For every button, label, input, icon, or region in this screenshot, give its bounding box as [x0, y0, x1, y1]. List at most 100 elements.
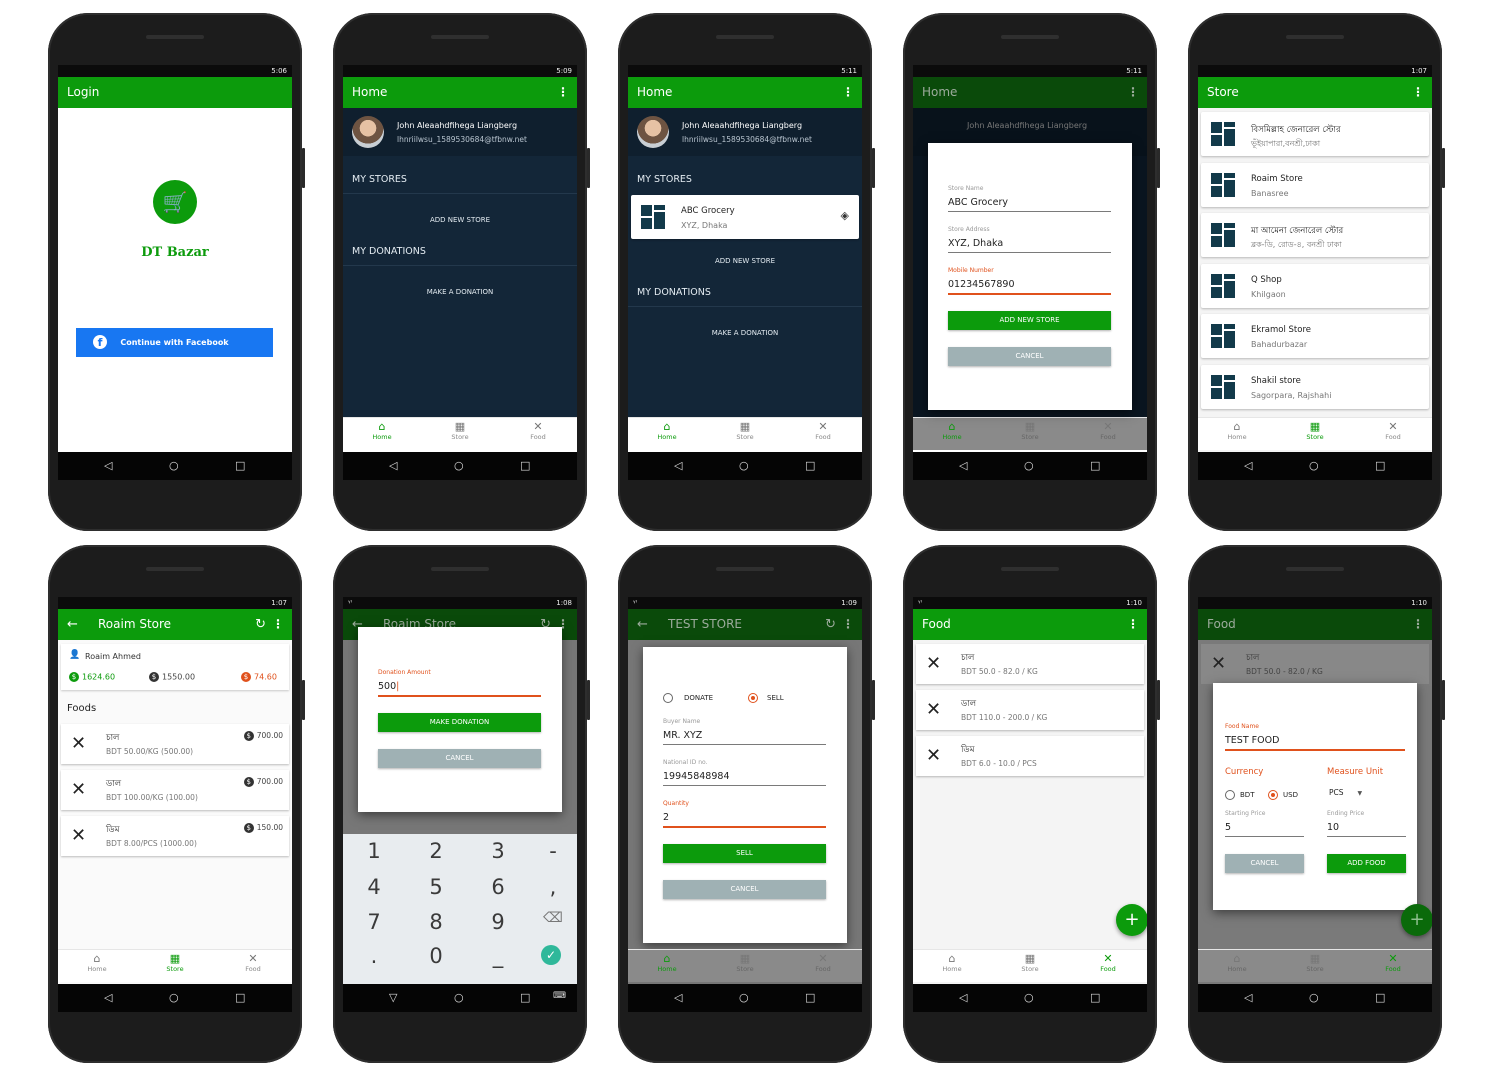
recents-nav-icon[interactable]: □	[805, 991, 815, 1004]
food-list-item[interactable]: ✕ ডিম BDT 6.0 - 10.0 / PCS	[916, 736, 1144, 776]
overflow-menu-icon[interactable]: ⋮	[842, 77, 854, 108]
key-3[interactable]: 3	[478, 839, 518, 863]
recents-nav-icon[interactable]: □	[1090, 459, 1100, 472]
bottom-nav-store[interactable]: ▦ Store	[136, 953, 214, 974]
food-list-item[interactable]: ✕ চাল BDT 50.0 - 82.0 / KG	[916, 644, 1144, 684]
back-arrow-icon[interactable]: ←	[637, 609, 648, 640]
back-nav-icon[interactable]: ◁	[104, 991, 112, 1004]
store-name-field[interactable]: ABC Grocery	[948, 197, 1008, 208]
bottom-nav-home[interactable]: ⌂ Home	[628, 421, 706, 442]
key-5[interactable]: 5	[416, 875, 456, 899]
key-minus[interactable]: -	[533, 839, 573, 863]
store-list-item[interactable]: মা আমেনা জেনারেল স্টোর ব্লক-ডি, রোড-৪, বন…	[1201, 213, 1429, 257]
food-name-field[interactable]: TEST FOOD	[1225, 735, 1279, 746]
key-7[interactable]: 7	[354, 910, 394, 934]
home-nav-icon[interactable]: ○	[1024, 991, 1034, 1004]
back-nav-icon[interactable]: ◁	[959, 991, 967, 1004]
overflow-menu-icon[interactable]: ⋮	[1412, 609, 1424, 640]
cancel-button[interactable]: CANCEL	[378, 749, 541, 768]
bottom-nav-home[interactable]: ⌂ Home	[343, 421, 421, 442]
bottom-nav-food[interactable]: ✕ Food	[1069, 421, 1147, 442]
bottom-nav-store[interactable]: ▦ Store	[1276, 953, 1354, 974]
recents-nav-icon[interactable]: □	[520, 991, 530, 1004]
overflow-menu-icon[interactable]: ⋮	[1412, 77, 1424, 108]
add-food-fab[interactable]: +	[1116, 904, 1147, 936]
home-nav-icon[interactable]: ○	[169, 459, 179, 472]
add-food-button[interactable]: ADD FOOD	[1327, 854, 1406, 873]
bottom-nav-store[interactable]: ▦ Store	[706, 953, 784, 974]
bottom-nav-store[interactable]: ▦ Store	[991, 953, 1069, 974]
food-list-item[interactable]: ✕ চাল BDT 50.00/KG (500.00) $700.00	[61, 724, 289, 764]
measure-unit-select[interactable]: PCS ▼	[1329, 788, 1362, 797]
cancel-button[interactable]: CANCEL	[948, 347, 1111, 366]
bottom-nav-food[interactable]: ✕ Food	[499, 421, 577, 442]
home-nav-icon[interactable]: ○	[1309, 991, 1319, 1004]
key-2[interactable]: 2	[416, 839, 456, 863]
home-nav-icon[interactable]: ○	[454, 991, 464, 1004]
starting-price-field[interactable]: 5	[1225, 822, 1231, 833]
back-arrow-icon[interactable]: ←	[67, 609, 78, 640]
bottom-nav-store[interactable]: ▦ Store	[421, 421, 499, 442]
home-nav-icon[interactable]: ○	[739, 459, 749, 472]
key-8[interactable]: 8	[416, 910, 456, 934]
store-address-field[interactable]: XYZ, Dhaka	[948, 238, 1003, 249]
back-nav-icon[interactable]: ◁	[104, 459, 112, 472]
home-nav-icon[interactable]: ○	[454, 459, 464, 472]
make-donation-button[interactable]: MAKE DONATION	[378, 713, 541, 732]
keyboard-switch-icon[interactable]: ⌨	[553, 991, 566, 1001]
back-nav-icon[interactable]: ◁	[389, 459, 397, 472]
bottom-nav-food[interactable]: ✕ Food	[1069, 953, 1147, 974]
key-underscore[interactable]: _	[478, 944, 518, 968]
overflow-menu-icon[interactable]: ⋮	[272, 609, 284, 640]
add-food-fab[interactable]: +	[1401, 904, 1432, 936]
back-nav-icon[interactable]: ◁	[674, 991, 682, 1004]
cancel-button[interactable]: CANCEL	[663, 880, 826, 899]
bottom-nav-home[interactable]: ⌂ Home	[913, 953, 991, 974]
quantity-field[interactable]: 2	[663, 812, 669, 823]
food-list-item[interactable]: ✕ ডাল BDT 110.0 - 200.0 / KG	[916, 690, 1144, 730]
directions-icon[interactable]: ◈	[841, 209, 849, 222]
bottom-nav-store[interactable]: ▦ Store	[706, 421, 784, 442]
overflow-menu-icon[interactable]: ⋮	[1127, 609, 1139, 640]
key-1[interactable]: 1	[354, 839, 394, 863]
home-nav-icon[interactable]: ○	[1024, 459, 1034, 472]
bdt-radio[interactable]	[1225, 790, 1235, 800]
refresh-icon[interactable]: ↻	[825, 609, 836, 640]
store-card[interactable]: ABC Grocery XYZ, Dhaka ◈	[631, 195, 859, 239]
home-nav-icon[interactable]: ○	[1309, 459, 1319, 472]
bottom-nav-home[interactable]: ⌂ Home	[913, 421, 991, 442]
store-list-item[interactable]: Roaim Store Banasree	[1201, 162, 1429, 207]
store-list-item[interactable]: বিসমিল্লাহ জেনারেল স্টোর ভূঁইয়াপারা,বনশ্…	[1201, 112, 1429, 156]
bottom-nav-store[interactable]: ▦ Store	[991, 421, 1069, 442]
facebook-login-button[interactable]: f Continue with Facebook	[76, 328, 273, 357]
bottom-nav-food[interactable]: ✕ Food	[214, 953, 292, 974]
recents-nav-icon[interactable]: □	[235, 459, 245, 472]
overflow-menu-icon[interactable]: ⋮	[1127, 77, 1139, 108]
ending-price-field[interactable]: 10	[1327, 822, 1339, 833]
key-period[interactable]: .	[354, 944, 394, 968]
back-nav-icon[interactable]: ◁	[674, 459, 682, 472]
sell-radio[interactable]	[748, 693, 758, 703]
refresh-icon[interactable]: ↻	[255, 609, 266, 640]
key-4[interactable]: 4	[354, 875, 394, 899]
national-id-field[interactable]: 19945848984	[663, 771, 730, 782]
key-comma[interactable]: ,	[533, 875, 573, 899]
recents-nav-icon[interactable]: □	[1090, 991, 1100, 1004]
bottom-nav-food[interactable]: ✕ Food	[1354, 421, 1432, 442]
recents-nav-icon[interactable]: □	[1375, 459, 1385, 472]
recents-nav-icon[interactable]: □	[1375, 991, 1385, 1004]
key-9[interactable]: 9	[478, 910, 518, 934]
bottom-nav-store[interactable]: ▦ Store	[1276, 421, 1354, 442]
overflow-menu-icon[interactable]: ⋮	[557, 77, 569, 108]
recents-nav-icon[interactable]: □	[520, 459, 530, 472]
buyer-name-field[interactable]: MR. XYZ	[663, 730, 702, 741]
collapse-keyboard-icon[interactable]: ▽	[389, 991, 397, 1004]
overflow-menu-icon[interactable]: ⋮	[842, 609, 854, 640]
store-list-item[interactable]: Ekramol Store Bahadurbazar	[1201, 314, 1429, 358]
add-new-store-link[interactable]: ADD NEW STORE	[343, 194, 577, 242]
food-list-item[interactable]: ✕ ডিম BDT 8.00/PCS (1000.00) $150.00	[61, 816, 289, 856]
bottom-nav-home[interactable]: ⌂ Home	[628, 953, 706, 974]
bottom-nav-food[interactable]: ✕ Food	[784, 421, 862, 442]
make-donation-link[interactable]: MAKE A DONATION	[628, 307, 862, 355]
cancel-button[interactable]: CANCEL	[1225, 854, 1304, 873]
